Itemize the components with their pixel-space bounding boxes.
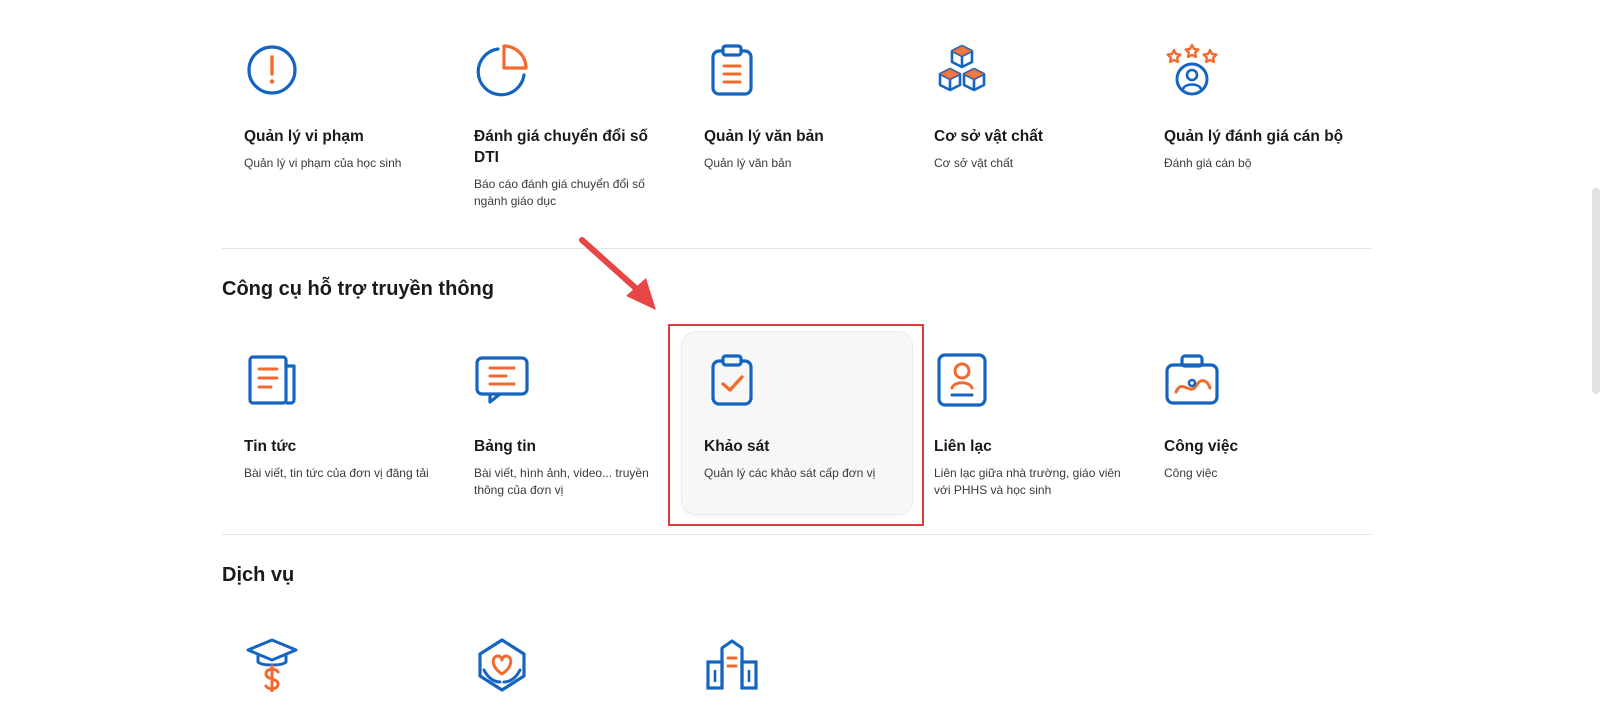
app-page: Quản lý vi phạm Quản lý vi phạm của học …: [0, 0, 1600, 718]
contact-card-icon: [934, 352, 990, 408]
school-building-icon: [704, 636, 760, 692]
section-title-communication: Công cụ hỗ trợ truyền thông: [222, 278, 494, 300]
module-description: Báo cáo đánh giá chuyển đổi số ngành giá…: [474, 177, 645, 208]
newspaper-icon: [244, 352, 300, 408]
module-description: Quản lý văn bản: [704, 156, 792, 170]
module-description: Bài viết, tin tức của đơn vị đăng tải: [244, 466, 429, 480]
module-description: Cơ sở vật chất: [934, 156, 1014, 170]
section-title-services: Dịch vụ: [222, 564, 295, 586]
module-card-khao-sat[interactable]: Khảo sát Quản lý các khảo sát cấp đơn vị: [682, 332, 912, 514]
module-title: Tin tức: [244, 438, 297, 455]
module-title: Quản lý vi phạm: [244, 128, 364, 145]
graduation-dollar-icon: [244, 636, 300, 692]
vertical-scrollbar[interactable]: [1592, 188, 1600, 394]
module-card-co-so-vat-chat[interactable]: Cơ sở vật chất Cơ sở vật chất: [912, 42, 1142, 242]
module-description: Công việc: [1164, 466, 1218, 480]
communication-module-grid: Tin tức Bài viết, tin tức của đơn vị đăn…: [222, 332, 1372, 514]
service-card-tuition[interactable]: [222, 636, 452, 718]
service-card-school[interactable]: [682, 636, 912, 718]
pie-chart-icon: [474, 42, 530, 98]
module-title: Bảng tin: [474, 438, 536, 455]
module-title: Đánh giá chuyển đổi số DTI: [474, 128, 648, 166]
module-description: Đánh giá cán bộ: [1164, 156, 1252, 170]
alert-circle-icon: [244, 42, 300, 98]
module-card-bang-tin[interactable]: Bảng tin Bài viết, hình ảnh, video... tr…: [452, 332, 682, 514]
services-module-grid: [222, 636, 1372, 718]
module-description: Bài viết, hình ảnh, video... truyền thôn…: [474, 466, 649, 497]
section-divider: [222, 534, 1372, 535]
module-title: Quản lý đánh giá cán bộ: [1164, 128, 1344, 145]
module-card-danh-gia-can-bo[interactable]: Quản lý đánh giá cán bộ Đánh giá cán bộ: [1142, 42, 1372, 242]
module-card-cong-viec[interactable]: Công việc Công việc: [1142, 332, 1372, 514]
module-title: Khảo sát: [704, 438, 770, 455]
top-module-grid: Quản lý vi phạm Quản lý vi phạm của học …: [222, 42, 1372, 242]
module-title: Quản lý văn bản: [704, 128, 824, 145]
briefcase-icon: [1164, 352, 1220, 408]
module-description: Quản lý các khảo sát cấp đơn vị: [704, 466, 876, 480]
module-card-quan-ly-vi-pham[interactable]: Quản lý vi phạm Quản lý vi phạm của học …: [222, 42, 452, 242]
clipboard-list-icon: [704, 42, 760, 98]
module-card-dti[interactable]: Đánh giá chuyển đổi số DTI Báo cáo đánh …: [452, 42, 682, 242]
module-card-tin-tuc[interactable]: Tin tức Bài viết, tin tức của đơn vị đăn…: [222, 332, 452, 514]
user-stars-icon: [1164, 42, 1220, 98]
module-card-quan-ly-van-ban[interactable]: Quản lý văn bản Quản lý văn bản: [682, 42, 912, 242]
message-board-icon: [474, 352, 530, 408]
module-title: Cơ sở vật chất: [934, 128, 1044, 145]
module-title: Liên lạc: [934, 438, 992, 455]
module-card-lien-lac[interactable]: Liên lạc Liên lạc giữa nhà trường, giáo …: [912, 332, 1142, 514]
clipboard-check-icon: [704, 352, 760, 408]
module-description: Liên lạc giữa nhà trường, giáo viên với …: [934, 466, 1121, 497]
heart-hands-icon: [474, 636, 530, 692]
boxes-icon: [934, 42, 990, 98]
top-module-section: Quản lý vi phạm Quản lý vi phạm của học …: [222, 0, 1372, 208]
module-description: Quản lý vi phạm của học sinh: [244, 156, 402, 170]
service-card-care[interactable]: [452, 636, 682, 718]
section-divider: [222, 248, 1372, 249]
module-title: Công việc: [1164, 438, 1239, 455]
